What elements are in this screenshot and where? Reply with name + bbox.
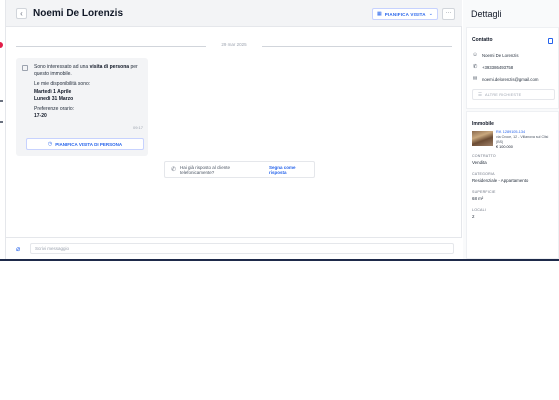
call-prompt: ✆ Hai già risposto al cliente telefonica… bbox=[164, 161, 315, 178]
category-value: Residenziale - Appartamento bbox=[472, 178, 529, 183]
property-thumbnail[interactable] bbox=[472, 131, 493, 146]
list-icon: ☰ bbox=[478, 91, 483, 97]
more-icon: ··· bbox=[445, 10, 452, 16]
contract-field: CONTRATTO Vendita bbox=[472, 154, 496, 165]
contact-phone[interactable]: +393386493758 bbox=[482, 65, 513, 70]
plan-in-person-visit-button[interactable]: ◷ PIANIFICA VISITA DI PERSONA bbox=[26, 138, 144, 150]
chat-header: ‹ Noemi De Lorenzis ▦ PIANIFICA VISITA ⌄… bbox=[6, 0, 462, 27]
surface-field: SUPERFICIE 68 m² bbox=[472, 190, 496, 201]
back-button[interactable]: ‹ bbox=[16, 8, 27, 19]
contact-email-row[interactable]: ✉ noemi.delorenzis@gmail.com bbox=[472, 76, 539, 82]
surface-label: SUPERFICIE bbox=[472, 190, 496, 194]
message-composer: ⌀ bbox=[6, 237, 462, 259]
message-line: Sono interessato ad una bbox=[34, 64, 90, 70]
user-icon: ☺ bbox=[472, 52, 478, 58]
clock-icon: ◷ bbox=[47, 141, 53, 147]
date-label: 29 mar 2025 bbox=[215, 42, 253, 47]
rooms-label: LOCALI bbox=[472, 208, 486, 212]
contact-section-title: Contatto bbox=[472, 37, 493, 43]
message-bubble: Sono interessato ad una visita di person… bbox=[16, 58, 148, 156]
availability-day: Martedì 1 Aprile bbox=[34, 88, 72, 95]
property-address: via Croce, 12 - Villanova sul Clisi (BS) bbox=[496, 135, 549, 144]
time-pref-value: 17-20 bbox=[34, 113, 47, 120]
contact-card: Contatto ☺ Noemi De Lorenzis ✆ +39338649… bbox=[466, 27, 559, 109]
message-time: 09:17 bbox=[132, 125, 143, 130]
details-panel: Dettagli Contatto ☺ Noemi De Lorenzis ✆ … bbox=[463, 0, 559, 259]
date-separator: 29 mar 2025 bbox=[16, 42, 452, 50]
more-options-button[interactable]: ··· bbox=[442, 8, 455, 20]
property-section-title: Immobile bbox=[472, 121, 494, 127]
contact-email[interactable]: noemi.delorenzis@gmail.com bbox=[482, 77, 538, 82]
property-ref[interactable]: Rif. 1289105-134 bbox=[496, 130, 525, 134]
rooms-field: LOCALI 2 bbox=[472, 208, 486, 219]
time-pref-label: Preferenze orario: bbox=[34, 106, 75, 113]
phone-icon: ✆ bbox=[472, 64, 478, 70]
contact-name-row: ☺ Noemi De Lorenzis bbox=[472, 52, 519, 58]
property-card: Immobile Rif. 1289105-134 via Croce, 12 … bbox=[466, 111, 559, 259]
contact-phone-row[interactable]: ✆ +393386493758 bbox=[472, 64, 514, 70]
plan-in-person-visit-label: PIANIFICA VISITA DI PERSONA bbox=[55, 141, 123, 147]
other-requests-button[interactable]: ☰ ALTRE RICHIESTE bbox=[472, 89, 555, 100]
phone-icon: ✆ bbox=[171, 167, 177, 173]
property-price: € 100.000 bbox=[496, 145, 513, 149]
other-requests-label: ALTRE RICHIESTE bbox=[485, 92, 522, 97]
copy-icon[interactable] bbox=[548, 38, 553, 44]
rail-marker bbox=[0, 100, 3, 102]
chevron-down-icon: ⌄ bbox=[428, 11, 433, 17]
empty-area bbox=[0, 261, 559, 400]
availability-day: Lunedì 31 Marzo bbox=[34, 95, 74, 102]
app-window: ‹ Noemi De Lorenzis ▦ PIANIFICA VISITA ⌄… bbox=[0, 0, 559, 260]
plan-visit-button[interactable]: ▦ PIANIFICA VISITA ⌄ bbox=[372, 8, 438, 20]
surface-value: 68 m² bbox=[472, 196, 484, 201]
rooms-value: 2 bbox=[472, 214, 475, 219]
availability-intro: Le mie disponibilità sono: bbox=[34, 81, 91, 88]
mail-icon: ✉ bbox=[472, 76, 478, 82]
paperclip-icon[interactable]: ⌀ bbox=[16, 245, 20, 253]
message-emphasis: visita di persona bbox=[89, 64, 130, 70]
plan-visit-label: PIANIFICA VISITA bbox=[384, 11, 426, 17]
contract-value: Vendita bbox=[472, 160, 487, 165]
contract-label: CONTRATTO bbox=[472, 154, 496, 158]
chat-panel: ‹ Noemi De Lorenzis ▦ PIANIFICA VISITA ⌄… bbox=[6, 0, 462, 259]
rail-marker bbox=[0, 121, 3, 123]
call-prompt-text: Hai già risposto al cliente telefonicame… bbox=[180, 164, 231, 175]
document-icon bbox=[22, 65, 28, 71]
category-label: CATEGORIA bbox=[472, 172, 495, 176]
category-field: CATEGORIA Residenziale - Appartamento bbox=[472, 172, 528, 183]
chat-title: Noemi De Lorenzis bbox=[33, 8, 124, 19]
message-input[interactable] bbox=[30, 243, 454, 254]
contact-name: Noemi De Lorenzis bbox=[482, 52, 519, 58]
mark-answered-link[interactable]: Segna come risposta bbox=[269, 165, 314, 175]
details-title: Dettagli bbox=[471, 9, 502, 19]
calendar-icon: ▦ bbox=[377, 11, 382, 17]
chevron-left-icon: ‹ bbox=[20, 9, 23, 18]
notification-dot bbox=[0, 42, 3, 48]
message-text: Sono interessato ad una visita di person… bbox=[34, 64, 144, 120]
